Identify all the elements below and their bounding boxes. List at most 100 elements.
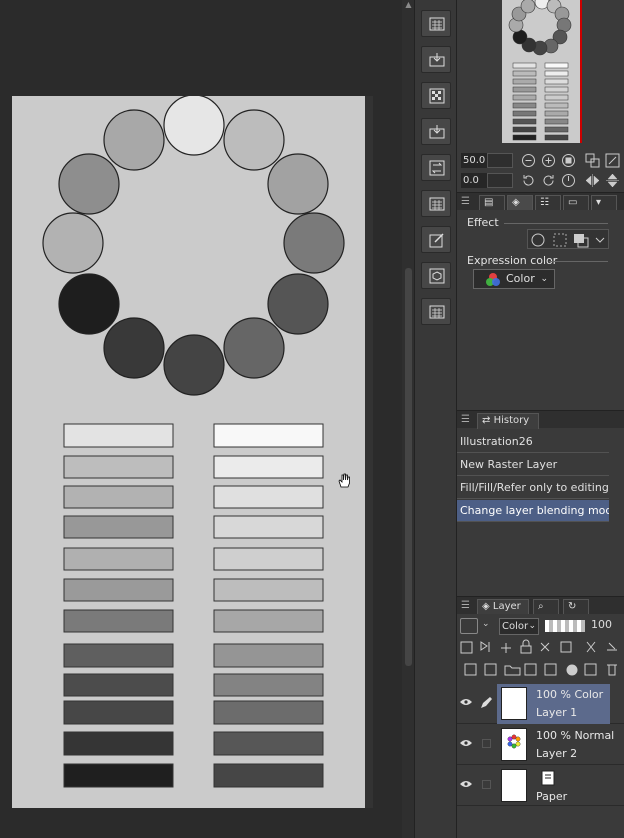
opacity-value[interactable]: 100 — [591, 618, 612, 631]
menu-icon[interactable]: ☰ — [461, 600, 470, 611]
zoom-out-icon[interactable] — [521, 153, 536, 168]
navigator-controls: 50.0 0.0 — [457, 149, 624, 191]
layer-name: Layer 2 — [536, 747, 578, 760]
layer-color-button[interactable] — [460, 618, 478, 634]
paper-shadow — [365, 96, 373, 808]
layer-lock-checkbox[interactable] — [482, 780, 491, 789]
layer-row[interactable]: 100 % Color Layer 1 — [457, 684, 624, 724]
table-icon — [429, 305, 445, 319]
layer-tab-icon: ◈ — [482, 601, 490, 612]
layer-lock-checkbox[interactable] — [482, 739, 491, 748]
layer-mode-row: ⌄ Color ⌄ 100 — [457, 616, 624, 636]
navigator-artwork — [508, 0, 572, 141]
layer-thumb-art — [507, 734, 521, 749]
export-icon — [429, 125, 445, 139]
history-item[interactable]: Illustration26 — [457, 431, 609, 453]
blend-mode-dropdown[interactable]: Color ⌄ — [499, 618, 539, 635]
command-bar — [414, 0, 457, 838]
layer-panel: ⌄ Color ⌄ 100 100 % Color Layer 1 100 % … — [457, 614, 624, 838]
tab-layer-property[interactable]: ◈ — [507, 195, 533, 211]
layer-property-panel: Effect Expression color Color ⌄ — [457, 210, 624, 408]
history-panel: Illustration26 New Raster Layer Fill/Fil… — [457, 430, 624, 612]
zoom-in-icon[interactable] — [541, 153, 556, 168]
canvas-scrollbar[interactable]: ▲ — [402, 0, 414, 838]
expression-color-label: Expression color — [467, 254, 558, 267]
flip-vertical-icon[interactable] — [605, 173, 620, 188]
edit-icon — [429, 233, 444, 248]
zoom-slider[interactable] — [487, 153, 513, 168]
tab-search-layer[interactable]: ⌕ — [533, 599, 559, 615]
layer-tabbar: ☰ ◈ Layer ⌕ ↻ — [457, 596, 624, 615]
tab-other[interactable]: ↻ — [563, 599, 589, 615]
tab-detail[interactable]: ▭ — [563, 195, 589, 211]
artwork — [42, 94, 345, 788]
fullscreen-icon[interactable] — [605, 153, 620, 168]
navigator-preview[interactable] — [457, 0, 624, 148]
command-button-8[interactable] — [421, 262, 451, 289]
effect-buttons[interactable] — [527, 229, 609, 249]
command-button-3[interactable] — [421, 82, 451, 109]
cube-icon — [429, 268, 445, 284]
rotation-slider[interactable] — [487, 173, 513, 188]
command-button-1[interactable] — [421, 10, 451, 37]
layer-tab-label: Layer — [492, 601, 521, 612]
transfer-icon — [429, 160, 445, 176]
fit-window-icon[interactable] — [585, 153, 600, 168]
layer-name: Layer 1 — [536, 706, 578, 719]
divider — [549, 261, 608, 262]
layer-thumbnail — [501, 728, 527, 761]
eye-icon[interactable] — [460, 780, 472, 788]
tab-sub-tool[interactable]: ☷ — [535, 195, 561, 211]
right-panels: 50.0 0.0 ☰ ▤ ◈ ☷ ▭ ▾ Effect Expression c… — [457, 0, 624, 838]
opacity-slider[interactable] — [545, 620, 585, 632]
scroll-up-icon[interactable]: ▲ — [404, 0, 413, 10]
divider — [504, 223, 608, 224]
expression-color-dropdown[interactable]: Color ⌄ — [473, 269, 555, 289]
rotate-right-icon[interactable] — [541, 173, 556, 188]
zoom-value[interactable]: 50.0 — [461, 153, 487, 168]
fit-icon[interactable] — [561, 153, 576, 168]
rotation-value[interactable]: 0.0 — [461, 173, 487, 188]
command-button-2[interactable] — [421, 46, 451, 73]
layer-tools-icons — [460, 639, 617, 654]
eye-icon[interactable] — [460, 698, 472, 706]
layer-name: Paper — [536, 790, 568, 803]
layer-row[interactable]: Paper — [457, 766, 624, 806]
eye-icon[interactable] — [460, 739, 472, 747]
command-button-9[interactable] — [421, 298, 451, 325]
tab-more[interactable]: ▾ — [591, 195, 617, 211]
layer-thumbnail — [501, 769, 527, 802]
layer-info: 100 % Normal — [536, 729, 615, 742]
rotate-left-icon[interactable] — [521, 173, 536, 188]
history-item[interactable]: Fill/Fill/Refer only to editing layer — [457, 477, 609, 499]
command-button-5[interactable] — [421, 154, 451, 181]
command-button-6[interactable] — [421, 190, 451, 217]
calendar-icon — [429, 17, 445, 31]
grid-icon — [429, 197, 445, 211]
menu-icon[interactable]: ☰ — [461, 414, 470, 425]
tab-history[interactable]: ⇄ History — [477, 413, 539, 429]
command-button-4[interactable] — [421, 118, 451, 145]
command-button-7[interactable] — [421, 226, 451, 253]
chevron-down-icon: ⌄ — [528, 621, 536, 631]
history-item[interactable]: New Raster Layer — [457, 454, 609, 476]
import-icon — [429, 53, 445, 67]
tab-layer[interactable]: ◈ Layer — [477, 599, 529, 615]
tab-tool-property[interactable]: ▤ — [479, 195, 505, 211]
history-item-selected[interactable]: Change layer blending mode — [457, 500, 609, 522]
layer-thumbnail — [501, 687, 527, 720]
scroll-thumb[interactable] — [405, 268, 412, 666]
menu-icon[interactable]: ☰ — [461, 196, 470, 207]
history-tab-icon: ⇄ — [482, 415, 491, 426]
reset-rotation-icon[interactable] — [561, 173, 576, 188]
checker-icon — [429, 88, 445, 104]
navigator-thumbnail[interactable] — [502, 0, 582, 143]
flip-horizontal-icon[interactable] — [585, 173, 600, 188]
canvas-area[interactable] — [0, 0, 402, 838]
layer-tools-icons-2 — [464, 663, 617, 676]
effect-icons — [531, 233, 605, 248]
chevron-down-icon[interactable]: ⌄ — [482, 619, 490, 629]
expression-color-value: Color — [506, 272, 535, 285]
layer-row[interactable]: 100 % Normal Layer 2 — [457, 725, 624, 765]
canvas-paper[interactable] — [12, 94, 365, 808]
